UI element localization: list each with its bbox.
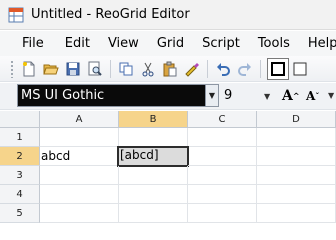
- toolbar-separator: [260, 59, 261, 78]
- toolbar-separator: [110, 59, 111, 78]
- cell-b4[interactable]: [119, 185, 188, 204]
- chevron-down-icon[interactable]: ▼: [328, 91, 334, 100]
- standard-toolbar: [0, 56, 336, 82]
- cell-c4[interactable]: [188, 185, 257, 204]
- menu-grid[interactable]: Grid: [148, 31, 193, 56]
- cell-a4[interactable]: [40, 185, 119, 204]
- cell-c1[interactable]: [188, 128, 257, 147]
- print-preview-icon[interactable]: [84, 58, 106, 80]
- cell-a5[interactable]: [40, 204, 119, 223]
- toolbar-grip[interactable]: [10, 59, 14, 78]
- row-header-5[interactable]: 5: [0, 204, 40, 223]
- menu-script[interactable]: Script: [193, 31, 249, 56]
- chevron-down-icon[interactable]: ▼: [264, 92, 270, 101]
- font-grow-button[interactable]: A^: [282, 86, 304, 106]
- caret-down-icon: ˇ: [315, 91, 320, 101]
- window-title: Untitled - ReoGrid Editor: [31, 7, 190, 22]
- paste-icon[interactable]: [159, 58, 181, 80]
- toolbar-separator: [207, 59, 208, 78]
- column-header-a[interactable]: A: [40, 111, 119, 128]
- column-header-b[interactable]: B: [119, 111, 188, 128]
- font-grow-label: A: [282, 88, 293, 104]
- caret-up-icon: ^: [292, 91, 300, 101]
- row-header-4[interactable]: 4: [0, 185, 40, 204]
- font-name-value[interactable]: MS UI Gothic: [18, 85, 205, 106]
- undo-icon[interactable]: [212, 58, 234, 80]
- menu-help[interactable]: Help: [299, 31, 336, 56]
- menu-file[interactable]: File: [0, 31, 56, 56]
- font-toolbar: MS UI Gothic ▼ 9 ▼ A^ Aˇ ▼: [0, 83, 336, 110]
- column-header-c[interactable]: C: [188, 111, 257, 128]
- cell-a2[interactable]: abcd: [40, 147, 119, 166]
- cell-c2[interactable]: [188, 147, 257, 166]
- cell-a1[interactable]: [40, 128, 119, 147]
- cell-d2[interactable]: [257, 147, 336, 166]
- cell-d1[interactable]: [257, 128, 336, 147]
- font-name-combobox[interactable]: MS UI Gothic ▼: [17, 84, 219, 107]
- cell-b1[interactable]: [119, 128, 188, 147]
- cell-d4[interactable]: [257, 185, 336, 204]
- format-painter-icon[interactable]: [181, 58, 203, 80]
- cut-icon[interactable]: [137, 58, 159, 80]
- spreadsheet-grid[interactable]: A B C D 1 2 3 4 5 abcd [abcd]: [0, 111, 336, 225]
- save-icon[interactable]: [62, 58, 84, 80]
- row-header-3[interactable]: 3: [0, 166, 40, 185]
- cell-b2-selected[interactable]: [abcd]: [117, 146, 189, 167]
- open-folder-icon[interactable]: [40, 58, 62, 80]
- cell-c5[interactable]: [188, 204, 257, 223]
- row-header-1[interactable]: 1: [0, 128, 40, 147]
- cell-d3[interactable]: [257, 166, 336, 185]
- cell-a3[interactable]: [40, 166, 119, 185]
- select-all-corner[interactable]: [0, 111, 40, 128]
- cell-b5[interactable]: [119, 204, 188, 223]
- menu-bar: File Edit View Grid Script Tools Help: [0, 31, 336, 56]
- title-bar: Untitled - ReoGrid Editor: [0, 0, 336, 30]
- font-shrink-label: A: [306, 89, 316, 103]
- menu-view[interactable]: View: [99, 31, 148, 56]
- border-style-icon[interactable]: [267, 57, 289, 80]
- menu-tools[interactable]: Tools: [249, 31, 299, 56]
- new-file-icon[interactable]: [18, 58, 40, 80]
- cell-b3[interactable]: [119, 166, 188, 185]
- column-header-d[interactable]: D: [257, 111, 336, 128]
- cell-border-icon[interactable]: [289, 58, 311, 80]
- spreadsheet-app-icon: [8, 7, 24, 23]
- copy-icon[interactable]: [115, 58, 137, 80]
- cell-c3[interactable]: [188, 166, 257, 185]
- menu-edit[interactable]: Edit: [56, 31, 99, 56]
- font-shrink-button[interactable]: Aˇ: [306, 86, 328, 106]
- row-header-2[interactable]: 2: [0, 147, 40, 166]
- redo-icon[interactable]: [234, 58, 256, 80]
- chevron-down-icon[interactable]: ▼: [205, 85, 218, 106]
- cell-d5[interactable]: [257, 204, 336, 223]
